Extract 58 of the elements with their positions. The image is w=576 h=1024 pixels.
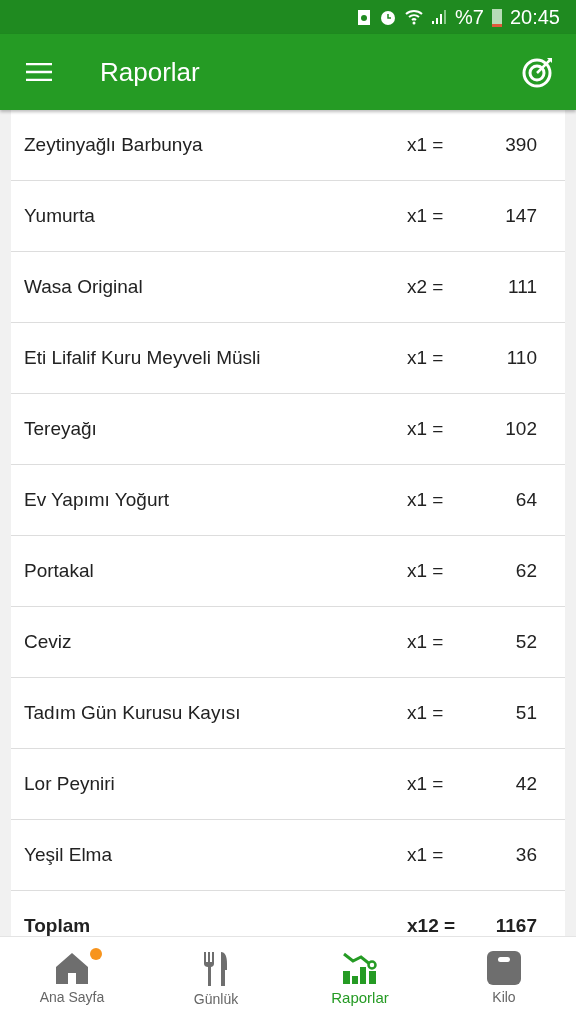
chart-icon <box>342 951 378 985</box>
food-calories: 62 <box>514 560 537 582</box>
scale-icon <box>487 951 521 985</box>
target-icon[interactable] <box>522 56 554 88</box>
food-name: Yeşil Elma <box>24 844 113 866</box>
food-quantity: x1 = <box>407 489 445 511</box>
total-calories: 1167 <box>494 915 537 936</box>
food-calories: 102 <box>504 418 537 440</box>
battery-icon <box>491 7 502 27</box>
nav-tab[interactable]: Raporlar <box>288 937 432 1024</box>
screen-title: Raporlar <box>100 56 201 88</box>
food-name: Portakal <box>24 560 95 582</box>
food-quantity: x1 = <box>407 134 445 156</box>
battery-percent: %7 <box>455 5 484 29</box>
food-calories: 42 <box>514 773 537 795</box>
food-name: Ceviz <box>24 631 73 653</box>
food-name: Tadım Gün Kurusu Kayısı <box>24 702 242 724</box>
food-quantity: x1 = <box>407 347 445 369</box>
battery-saver-icon <box>357 8 372 26</box>
food-quantity: x1 = <box>407 631 445 653</box>
food-name: Ev Yapımı Yoğurt <box>24 489 171 511</box>
signal-icon <box>431 9 448 25</box>
total-label: Toplam <box>24 915 92 936</box>
food-calories: 110 <box>505 347 537 369</box>
nav-label: Günlük <box>193 991 239 1007</box>
food-calories: 51 <box>514 702 537 724</box>
food-calories: 52 <box>514 631 537 653</box>
food-calories: 147 <box>504 205 537 227</box>
food-quantity: x1 = <box>407 702 445 724</box>
food-quantity: x1 = <box>407 844 445 866</box>
nav-label: Raporlar <box>331 989 389 1006</box>
food-quantity: x1 = <box>407 560 445 582</box>
food-name: Tereyağı <box>24 418 98 440</box>
nav-tab[interactable]: Günlük <box>144 937 288 1024</box>
nav-tab[interactable]: Kilo <box>432 937 576 1024</box>
food-name: Zeytinyağlı Barbunya <box>24 134 204 156</box>
food-calories: 390 <box>504 134 537 156</box>
food-quantity: x1 = <box>407 205 445 227</box>
food-name: Eti Lifalif Kuru Meyveli Müsli <box>24 347 262 369</box>
food-quantity: x1 = <box>407 418 445 440</box>
food-quantity: x1 = <box>407 773 445 795</box>
food-name: Yumurta <box>24 205 96 227</box>
wifi-icon <box>405 8 424 26</box>
alarm-icon <box>379 8 398 26</box>
food-calories: 111 <box>507 276 537 298</box>
food-calories: 64 <box>514 489 537 511</box>
nav-label: Kilo <box>492 989 516 1005</box>
food-name: Wasa Original <box>24 276 144 298</box>
clock-time: 20:45 <box>509 5 560 29</box>
total-quantity: x12 = <box>407 915 457 936</box>
food-name: Lor Peyniri <box>24 773 116 795</box>
food-calories: 36 <box>514 844 537 866</box>
home-icon <box>55 951 89 985</box>
nav-label: Ana Sayfa <box>39 989 105 1005</box>
food-quantity: x2 = <box>407 276 445 298</box>
nav-tab[interactable]: Ana Sayfa <box>0 937 144 1024</box>
fork-knife-icon <box>203 951 229 987</box>
menu-icon[interactable] <box>26 63 52 81</box>
